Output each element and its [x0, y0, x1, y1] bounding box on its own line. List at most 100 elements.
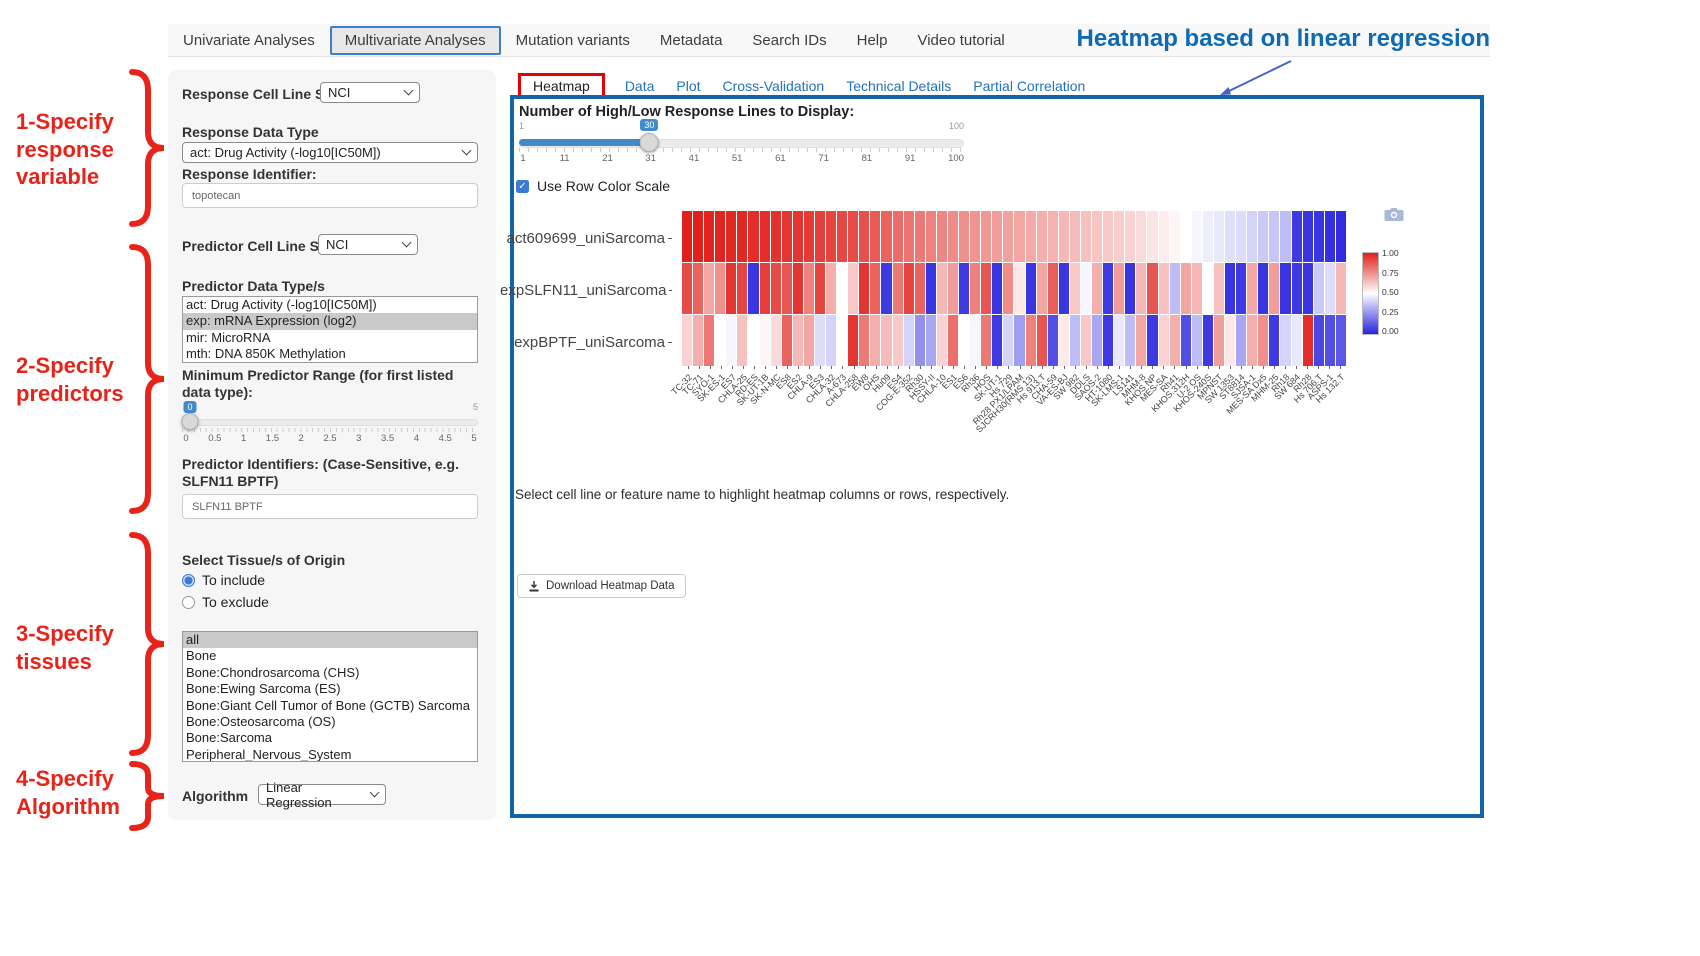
camera-download-plot-icon[interactable]	[1384, 206, 1404, 222]
heatmap-annotation-heading: Heatmap based on linear regression	[1048, 25, 1490, 53]
heatmap-cell	[782, 315, 792, 366]
chevron-down-icon	[370, 788, 380, 798]
algorithm-label: Algorithm	[182, 788, 248, 804]
heatmap-cell	[1003, 211, 1013, 262]
heatmap-cell	[1048, 263, 1058, 314]
heatmap-cell	[1103, 315, 1113, 366]
heatmap-cell	[1325, 315, 1335, 366]
response-data-type-select[interactable]: act: Drug Activity (-log10[IC50M])	[182, 142, 478, 163]
tissue-option-all[interactable]: all	[183, 632, 477, 648]
tab-cross-validation[interactable]: Cross-Validation	[721, 76, 827, 96]
slider-tick-labels: 1112131415161718191100	[519, 153, 964, 164]
heatmap-cell	[771, 211, 781, 262]
nav-tab-search-ids[interactable]: Search IDs	[737, 26, 841, 55]
heatmap-cell	[1170, 315, 1180, 366]
tab-partial-correlation[interactable]: Partial Correlation	[971, 76, 1087, 96]
heatmap-cell	[1114, 263, 1124, 314]
heatmap-cell	[1125, 315, 1135, 366]
tab-technical-details[interactable]: Technical Details	[844, 76, 953, 96]
heatmap-cell	[1070, 263, 1080, 314]
tick-label: 1.5	[266, 433, 279, 444]
heatmap-cell	[771, 315, 781, 366]
option-exp-mrna-expression-log2[interactable]: exp: mRNA Expression (log2)	[183, 313, 477, 329]
tissue-option-bone-chondrosarcoma-chs[interactable]: Bone:Chondrosarcoma (CHS)	[183, 665, 477, 681]
heatmap-cell	[1269, 211, 1279, 262]
range-slider-track[interactable]	[182, 419, 478, 426]
heatmap-cell	[748, 211, 758, 262]
heatmap-cell	[1269, 315, 1279, 366]
heatmap-cell	[881, 211, 891, 262]
heatmap-cell	[737, 263, 747, 314]
heatmap-cell	[948, 263, 958, 314]
nav-tab-multivariate-analyses[interactable]: Multivariate Analyses	[330, 26, 501, 55]
range-slider-handle[interactable]	[182, 413, 199, 430]
heatmap-cell	[981, 263, 991, 314]
brace-step2	[126, 243, 170, 515]
slider-handle[interactable]	[640, 133, 659, 152]
predictor-data-types-listbox[interactable]: act: Drug Activity (-log10[IC50M])exp: m…	[182, 296, 478, 363]
heatmap-cell	[1159, 263, 1169, 314]
heatmap-cell	[881, 263, 891, 314]
heatmap-cell	[915, 211, 925, 262]
min-predictor-range-slider[interactable]: 0 5 00.511.522.533.544.55	[182, 400, 478, 448]
tick-label: 61	[775, 153, 786, 164]
heatmap-cell	[715, 315, 725, 366]
response-lines-slider[interactable]: 1 100 30 1112131415161718191100	[519, 118, 964, 166]
heatmap-cell	[937, 263, 947, 314]
tissue-option-bone-giant-cell-tumor-of-bone-gctb-sarcoma[interactable]: Bone:Giant Cell Tumor of Bone (GCTB) Sar…	[183, 698, 477, 714]
nav-tab-metadata[interactable]: Metadata	[645, 26, 738, 55]
predictor-cell-line-set-select[interactable]: NCI	[318, 234, 418, 255]
nav-tab-video-tutorial[interactable]: Video tutorial	[902, 26, 1019, 55]
tissue-listbox[interactable]: allBoneBone:Chondrosarcoma (CHS)Bone:Ewi…	[182, 631, 478, 762]
heatmap-cell	[1125, 263, 1135, 314]
download-heatmap-data-button[interactable]: Download Heatmap Data	[517, 574, 686, 598]
tick-label: 71	[818, 153, 829, 164]
option-mir-microrna[interactable]: mir: MicroRNA	[183, 330, 477, 346]
algorithm-select[interactable]: Linear Regression	[258, 784, 386, 805]
heatmap-cell	[1181, 263, 1191, 314]
heatmap-cell	[981, 211, 991, 262]
response-cell-line-set-select[interactable]: NCI	[320, 82, 420, 103]
option-mth-dna-850k-methylation[interactable]: mth: DNA 850K Methylation	[183, 346, 477, 362]
tab-data[interactable]: Data	[623, 76, 657, 96]
response-identifier-label: Response Identifier:	[182, 166, 317, 182]
slider-fill	[519, 139, 649, 146]
heatmap-cell	[904, 263, 914, 314]
tissue-option-bone-sarcoma[interactable]: Bone:Sarcoma	[183, 730, 477, 746]
heatmap-cell	[926, 315, 936, 366]
heatmap-cell	[804, 211, 814, 262]
heatmap-cell	[704, 211, 714, 262]
row-color-scale-checkbox[interactable]: ✓	[516, 180, 529, 193]
heatmap-row-label-expslfn11-unisarcoma[interactable]: expSLFN11_uniSarcoma	[500, 264, 672, 316]
heatmap-cell	[1037, 263, 1047, 314]
nav-tab-univariate-analyses[interactable]: Univariate Analyses	[168, 26, 330, 55]
response-identifier-input[interactable]: topotecan	[182, 183, 478, 208]
tissue-option-peripheral-nervous-system[interactable]: Peripheral_Nervous_System	[183, 747, 477, 762]
heatmap-cell	[1314, 315, 1324, 366]
heatmap-cell	[1325, 263, 1335, 314]
heatmap-grid[interactable]	[682, 211, 1346, 366]
sidebar-form-panel: Response Cell Line Set NCI Response Data…	[168, 70, 496, 820]
predictor-identifiers-input[interactable]: SLFN11 BPTF	[182, 494, 478, 519]
tissue-option-bone-osteosarcoma-os[interactable]: Bone:Osteosarcoma (OS)	[183, 714, 477, 730]
tissue-include-radio[interactable]: To include	[182, 572, 265, 588]
option-act-drug-activity-log10-ic50m[interactable]: act: Drug Activity (-log10[IC50M])	[183, 297, 477, 313]
heatmap-cell	[859, 211, 869, 262]
heatmap-row-label-expbptf-unisarcoma[interactable]: expBPTF_uniSarcoma	[500, 316, 672, 368]
tab-plot[interactable]: Plot	[674, 76, 702, 96]
tissue-option-bone-ewing-sarcoma-es[interactable]: Bone:Ewing Sarcoma (ES)	[183, 681, 477, 697]
heatmap-cell	[937, 211, 947, 262]
tissue-option-bone[interactable]: Bone	[183, 648, 477, 664]
heatmap-cell	[926, 211, 936, 262]
colorbar-tick: 1.00	[1382, 248, 1399, 258]
nav-tab-mutation-variants[interactable]: Mutation variants	[501, 26, 645, 55]
heatmap-cell	[1325, 211, 1335, 262]
tissue-exclude-radio[interactable]: To exclude	[182, 594, 269, 610]
heatmap-cell	[804, 315, 814, 366]
nav-tab-help[interactable]: Help	[842, 26, 903, 55]
heatmap-cell	[1203, 211, 1213, 262]
annotation-step1: 1-Specify response variable	[16, 108, 114, 191]
heatmap-cell	[848, 211, 858, 262]
heatmap-row-label-act609699-unisarcoma[interactable]: act609699_uniSarcoma	[500, 212, 672, 264]
heatmap-cell	[782, 263, 792, 314]
